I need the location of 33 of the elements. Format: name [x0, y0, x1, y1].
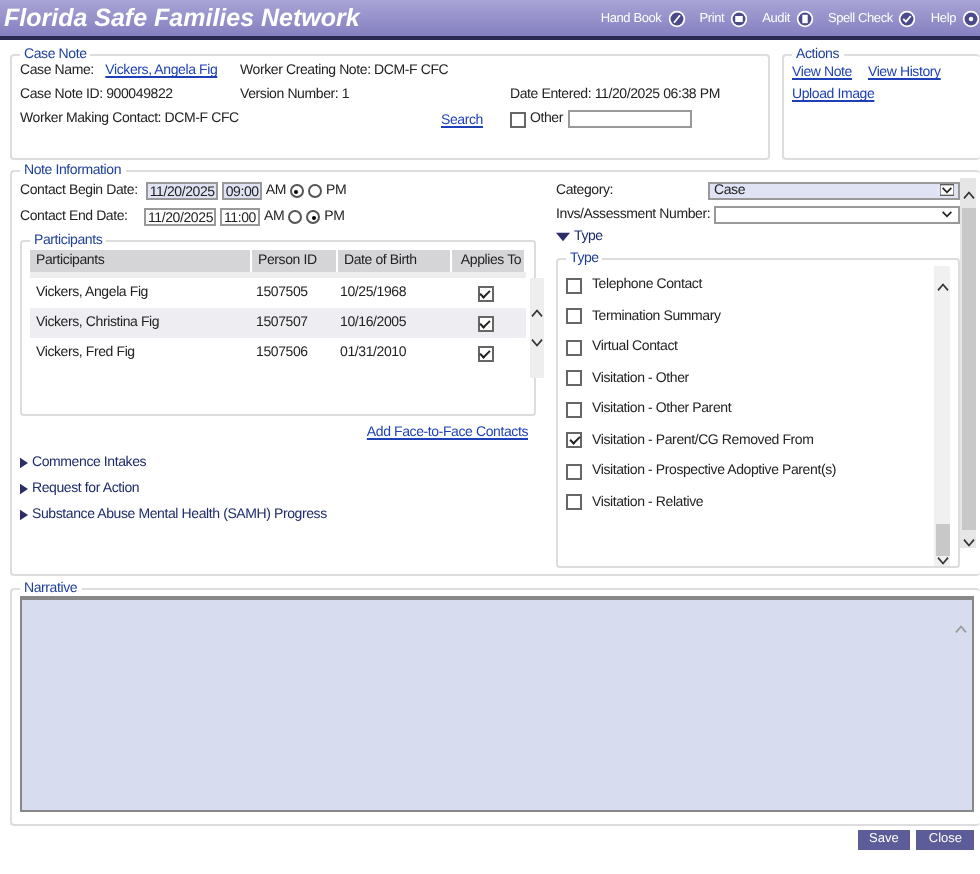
scrollbar[interactable] — [530, 278, 544, 378]
scroll-up-icon[interactable] — [961, 190, 975, 200]
checkbox[interactable] — [510, 111, 526, 127]
radio-button[interactable] — [307, 184, 322, 198]
scrollbar[interactable] — [934, 266, 950, 566]
checkbox[interactable] — [477, 315, 493, 331]
radio-button[interactable] — [289, 184, 304, 198]
scroll-up-icon[interactable] — [935, 282, 949, 292]
scroll-up-icon[interactable] — [530, 308, 544, 318]
collapse-arrow-icon[interactable] — [556, 232, 570, 242]
checkbox[interactable] — [566, 370, 582, 387]
checkbox[interactable] — [566, 463, 582, 480]
checkbox[interactable] — [566, 277, 582, 294]
scrollbar[interactable] — [960, 178, 976, 548]
scroll-down-icon[interactable] — [530, 338, 544, 348]
checkbox[interactable] — [566, 401, 582, 418]
checkbox[interactable] — [566, 432, 582, 449]
checkbox[interactable] — [566, 339, 582, 356]
checkbox[interactable] — [477, 345, 493, 361]
document-icon[interactable] — [795, 9, 814, 27]
radio-button[interactable] — [288, 210, 303, 224]
radio-button[interactable] — [306, 210, 321, 224]
scroll-thumb[interactable] — [935, 524, 949, 556]
pen-icon[interactable] — [667, 9, 686, 27]
checkbox[interactable] — [566, 308, 582, 325]
other-input[interactable] — [567, 110, 692, 128]
checkbox[interactable] — [477, 285, 493, 301]
app-title: Florida Safe Families Network — [4, 4, 360, 32]
dropdown-icon[interactable] — [940, 184, 954, 196]
checkbox[interactable] — [566, 494, 582, 511]
dropdown-icon[interactable] — [940, 208, 954, 220]
scroll-thumb[interactable] — [961, 208, 975, 530]
check-icon[interactable] — [898, 9, 917, 27]
